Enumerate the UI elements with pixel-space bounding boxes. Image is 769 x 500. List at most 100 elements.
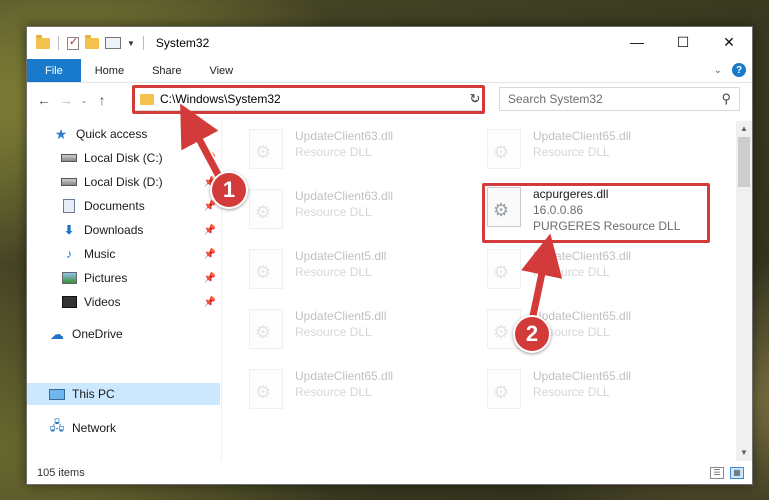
sidebar-item-label: Videos <box>84 295 121 309</box>
disk-icon <box>61 151 77 165</box>
refresh-icon[interactable]: ↻ <box>465 87 485 111</box>
tab-home[interactable]: Home <box>81 59 138 82</box>
maximize-button[interactable]: ☐ <box>660 27 706 57</box>
file-type: Resource DLL <box>295 265 372 279</box>
sidebar-item-label: Downloads <box>84 223 144 237</box>
file-name: UpdateClient5.dll <box>295 249 387 263</box>
customize-toolbar-icon[interactable]: ▼ <box>127 39 135 48</box>
help-icon[interactable]: ? <box>732 63 746 77</box>
navigation-pane: ★ Quick access Local Disk (C:) 📌 Local D… <box>27 121 222 461</box>
sidebar-item-local-disk-c[interactable]: Local Disk (C:) 📌 <box>27 147 222 169</box>
sidebar-item-documents[interactable]: Documents 📌 <box>27 195 222 217</box>
list-item[interactable]: UpdateClient65.dll Resource DLL <box>487 365 707 417</box>
file-name: UpdateClient63.dll <box>295 189 394 203</box>
file-type: Resource DLL <box>295 325 372 339</box>
sidebar-item-label: This PC <box>72 387 115 401</box>
list-item[interactable]: UpdateClient63.dll Resource DLL <box>249 125 469 177</box>
large-icons-view-icon[interactable]: ▦ <box>730 467 744 479</box>
star-icon: ★ <box>54 125 68 142</box>
sidebar-item-label: Documents <box>84 199 145 213</box>
file-type: Resource DLL <box>295 385 372 399</box>
disk-icon <box>61 175 77 189</box>
onedrive-icon: ☁ <box>50 325 64 342</box>
search-box[interactable]: Search System32 ⚲ <box>499 87 740 111</box>
file-name: UpdateClient65.dll <box>533 309 632 323</box>
list-item-acpurgeres[interactable]: acpurgeres.dll 16.0.0.86 PURGERES Resour… <box>487 183 707 235</box>
videos-icon <box>61 295 77 309</box>
list-item[interactable]: UpdateClient65.dll Resource DLL <box>249 365 469 417</box>
sidebar-item-label: Quick access <box>76 127 148 141</box>
list-item[interactable]: UpdateClient5.dll Resource DLL <box>249 245 469 297</box>
list-item[interactable]: UpdateClient65.dll Resource DLL <box>487 125 707 177</box>
view-switcher: ☰ ▦ <box>710 467 744 479</box>
properties-icon[interactable] <box>67 35 79 50</box>
ribbon-tabs: File Home Share View ⌄ ? <box>27 59 752 83</box>
sidebar-item-videos[interactable]: Videos 📌 <box>27 291 222 313</box>
sidebar-item-local-disk-d[interactable]: Local Disk (D:) 📌 <box>27 171 222 193</box>
sidebar-item-label: Local Disk (D:) <box>84 175 163 189</box>
folder-icon <box>36 34 50 49</box>
file-type: Resource DLL <box>533 385 610 399</box>
tab-view[interactable]: View <box>195 59 247 82</box>
window-title: System32 <box>155 36 210 50</box>
navigation-bar: ← → ⌄ ↑ C:\Windows\System32 ⌄ ↻ Search S… <box>27 85 752 115</box>
ribbon-right-controls: ⌄ ? <box>714 63 746 77</box>
address-path[interactable]: C:\Windows\System32 <box>160 92 466 106</box>
sidebar-item-label: Pictures <box>84 271 128 285</box>
downloads-icon: ⬇ <box>63 223 75 237</box>
details-view-icon[interactable]: ☰ <box>710 467 724 479</box>
file-explorer-window: ▼ System32 — ☐ ✕ File Home Share View ⌄ … <box>26 26 753 485</box>
address-bar[interactable]: C:\Windows\System32 ⌄ <box>133 87 485 111</box>
pin-icon[interactable]: 📌 <box>204 273 216 284</box>
pin-icon[interactable]: 📌 <box>204 153 216 164</box>
scroll-up-icon[interactable]: ▲ <box>736 121 752 137</box>
file-name: UpdateClient65.dll <box>295 369 394 383</box>
pin-icon[interactable]: 📌 <box>204 225 216 236</box>
step-2-badge: 2 <box>513 315 551 353</box>
sidebar-item-label: OneDrive <box>72 327 123 341</box>
sidebar-item-downloads[interactable]: ⬇ Downloads 📌 <box>27 219 222 241</box>
scroll-down-icon[interactable]: ▼ <box>736 445 752 461</box>
tab-file[interactable]: File <box>27 59 81 82</box>
sidebar-item-pictures[interactable]: Pictures 📌 <box>27 267 222 289</box>
documents-icon <box>61 199 77 213</box>
dll-file-icon <box>249 189 283 229</box>
sidebar-item-this-pc[interactable]: This PC <box>27 383 220 405</box>
list-item[interactable]: UpdateClient63.dll Resource DLL <box>249 185 469 237</box>
dll-file-icon <box>249 249 283 289</box>
close-button[interactable]: ✕ <box>706 27 752 57</box>
sidebar-item-label: Network <box>72 421 117 435</box>
sidebar-item-music[interactable]: ♪ Music 📌 <box>27 243 222 265</box>
title-bar: ▼ System32 — ☐ ✕ <box>27 27 752 59</box>
recent-locations-icon[interactable]: ⌄ <box>77 96 91 105</box>
view-icon[interactable] <box>105 37 121 49</box>
dll-file-icon <box>487 369 521 409</box>
dll-file-icon <box>249 369 283 409</box>
forward-arrow-icon[interactable]: → <box>55 92 77 108</box>
sidebar-item-network[interactable]: 🖧 Network <box>27 417 222 439</box>
pin-icon[interactable]: 📌 <box>204 297 216 308</box>
list-item[interactable]: UpdateClient63.dll Resource DLL <box>487 245 707 297</box>
tab-share[interactable]: Share <box>138 59 195 82</box>
expand-ribbon-icon[interactable]: ⌄ <box>714 65 722 76</box>
vertical-scrollbar[interactable]: ▲ ▼ <box>736 121 752 461</box>
toolbar-separator <box>58 36 59 50</box>
minimize-button[interactable]: — <box>614 27 660 57</box>
step-1-badge: 1 <box>210 171 248 209</box>
file-type: Resource DLL <box>533 145 610 159</box>
this-pc-icon <box>49 387 65 401</box>
search-input[interactable]: Search System32 <box>508 92 721 106</box>
up-arrow-icon[interactable]: ↑ <box>91 92 113 108</box>
back-arrow-icon[interactable]: ← <box>33 92 55 108</box>
sidebar-item-onedrive[interactable]: ☁ OneDrive <box>27 323 222 345</box>
item-count: 105 items <box>37 467 85 479</box>
pin-icon[interactable]: 📌 <box>204 249 216 260</box>
new-folder-icon[interactable] <box>85 34 99 49</box>
folder-icon <box>140 93 154 105</box>
search-icon[interactable]: ⚲ <box>721 91 731 107</box>
scrollbar-thumb[interactable] <box>738 137 750 187</box>
file-name: UpdateClient65.dll <box>533 369 632 383</box>
sidebar-item-quick-access[interactable]: ★ Quick access <box>27 123 222 145</box>
list-item[interactable]: UpdateClient5.dll Resource DLL <box>249 305 469 357</box>
dll-file-icon <box>487 249 521 289</box>
